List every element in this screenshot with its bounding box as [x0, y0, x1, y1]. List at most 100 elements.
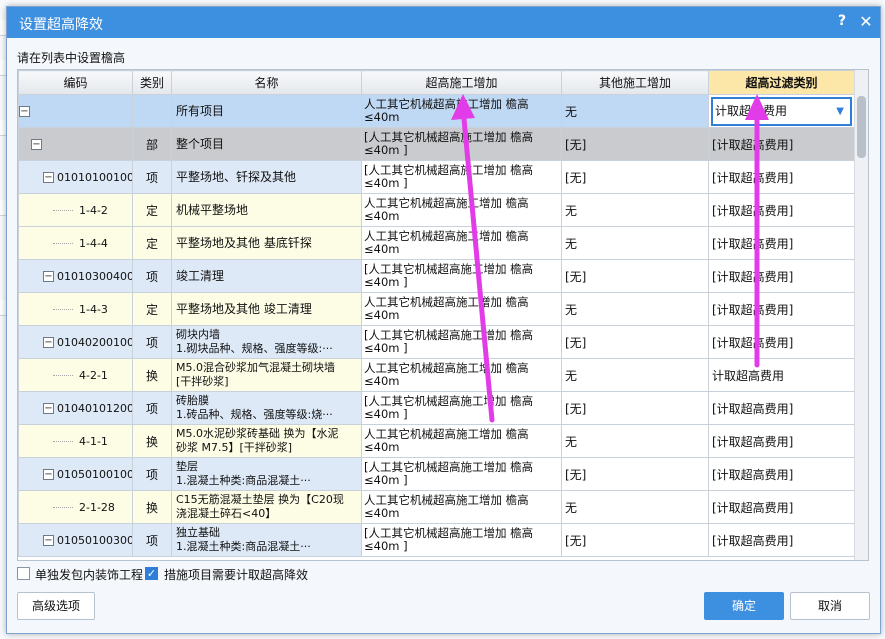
code-cell: 1-4-3	[18, 292, 133, 326]
collapse-icon[interactable]: −	[43, 403, 54, 414]
other-cell[interactable]: [无]	[561, 325, 709, 359]
filter-cell[interactable]: [计取超高费用]	[708, 325, 855, 359]
measures-super-high-checkbox[interactable]: ✓	[145, 567, 158, 580]
other-cell[interactable]: [无]	[561, 523, 709, 557]
filter-cell[interactable]: [计取超高费用]	[708, 391, 855, 425]
filter-cell[interactable]: [计取超高费用]	[708, 490, 855, 524]
filter-cell[interactable]: [计取超高费用]	[708, 226, 855, 260]
header-super-high-increase[interactable]: 超高施工增加	[361, 70, 562, 95]
filter-cell[interactable]: 计取超高费用	[708, 358, 855, 392]
code-text: 2-1-28	[79, 500, 115, 514]
close-icon[interactable]: ✕	[857, 12, 875, 31]
filter-cell[interactable]: [计取超高费用]	[708, 259, 855, 293]
other-cell[interactable]: 无	[561, 424, 709, 458]
super-high-cell[interactable]: 人工其它机械超高施工增加 檐高≤40m	[361, 358, 562, 392]
other-cell[interactable]: 无	[561, 292, 709, 326]
code-text: 010401012001	[57, 401, 132, 415]
collapse-icon[interactable]: −	[43, 271, 54, 282]
table-row[interactable]: − 部 整个项目 [人工其它机械超高施工增加 檐高≤40m ] [无] [计取超…	[18, 127, 855, 161]
table-row[interactable]: −010401012001 项 砖胎膜1.砖品种、规格、强度等级:烧··· [人…	[18, 391, 855, 425]
table-row[interactable]: −010402001001 项 砌块内墙1.砌块品种、规格、强度等级:··· […	[18, 325, 855, 359]
super-high-cell[interactable]: 人工其它机械超高施工增加 檐高≤40m	[361, 292, 562, 326]
filter-cell[interactable]: 计取超高费用 ▼	[708, 94, 855, 128]
other-cell[interactable]: [无]	[561, 259, 709, 293]
filter-cell[interactable]: [计取超高费用]	[708, 292, 855, 326]
header-other-increase[interactable]: 其他施工增加	[561, 70, 709, 95]
filter-dropdown[interactable]: 计取超高费用 ▼	[711, 96, 852, 126]
collapse-icon[interactable]: −	[43, 172, 54, 183]
name-line2: 1.混凝土种类:商品混凝土···	[176, 540, 311, 553]
other-cell[interactable]: 无	[561, 226, 709, 260]
name-line1: 砌块内墙	[176, 328, 220, 341]
table-row[interactable]: −010501001001 项 垫层1.混凝土种类:商品混凝土··· [人工其它…	[18, 457, 855, 491]
other-cell[interactable]: 无	[561, 193, 709, 227]
other-cell[interactable]: [无]	[561, 457, 709, 491]
other-cell[interactable]: [无]	[561, 160, 709, 194]
code-cell: 2-1-28	[18, 490, 133, 524]
chevron-down-icon[interactable]: ▼	[836, 99, 844, 124]
advanced-options-button[interactable]: 高级选项	[17, 592, 95, 620]
other-cell[interactable]: 无	[561, 490, 709, 524]
category-cell: 定	[132, 226, 172, 260]
super-high-cell[interactable]: 人工其它机械超高施工增加 檐高≤40m	[361, 424, 562, 458]
scrollbar-thumb[interactable]	[857, 96, 866, 158]
collapse-icon[interactable]: −	[19, 106, 30, 117]
code-text: 4-2-1	[79, 368, 108, 382]
header-code[interactable]: 编码	[18, 70, 133, 95]
super-high-cell[interactable]: [人工其它机械超高施工增加 檐高≤40m ]	[361, 391, 562, 425]
super-high-cell[interactable]: [人工其它机械超高施工增加 檐高≤40m ]	[361, 523, 562, 557]
super-high-cell[interactable]: 人工其它机械超高施工增加 檐高≤40m	[361, 226, 562, 260]
dropdown-value: 计取超高费用	[715, 103, 788, 118]
super-high-cell[interactable]: [人工其它机械超高施工增加 檐高≤40m ]	[361, 259, 562, 293]
code-cell: 4-2-1	[18, 358, 133, 392]
super-high-cell[interactable]: [人工其它机械超高施工增加 檐高≤40m ]	[361, 457, 562, 491]
filter-cell[interactable]: [计取超高费用]	[708, 160, 855, 194]
category-cell	[132, 94, 172, 128]
name-cell: 机械平整场地	[171, 193, 362, 227]
table-row[interactable]: 4-2-1 换 M5.0混合砂浆加气混凝土砌块墙 [干拌砂浆] 人工其它机械超高施…	[18, 358, 855, 392]
filter-cell[interactable]: [计取超高费用]	[708, 424, 855, 458]
help-icon[interactable]: ?	[833, 13, 851, 31]
vertical-scrollbar[interactable]	[854, 70, 868, 560]
name-cell: 整个项目	[171, 127, 362, 161]
table-row[interactable]: −010501003001 项 独立基础1.混凝土种类:商品混凝土··· [人工…	[18, 523, 855, 557]
filter-cell[interactable]: [计取超高费用]	[708, 127, 855, 161]
code-cell: −	[18, 127, 133, 161]
table-row[interactable]: 2-1-28 换 C15无筋混凝土垫层 换为【C20现 浇混凝土碎石<40】 人工…	[18, 490, 855, 524]
collapse-icon[interactable]: −	[31, 139, 42, 150]
cancel-button[interactable]: 取消	[790, 592, 870, 620]
super-high-cell[interactable]: 人工其它机械超高施工增加 檐高≤40m	[361, 193, 562, 227]
header-filter-category[interactable]: 超高过滤类别	[708, 70, 855, 95]
super-high-cell[interactable]: [人工其它机械超高施工增加 檐高≤40m ]	[361, 127, 562, 161]
table-row[interactable]: 1-4-3 定 平整场地及其他 竣工清理 人工其它机械超高施工增加 檐高≤40m…	[18, 292, 855, 326]
filter-cell[interactable]: [计取超高费用]	[708, 193, 855, 227]
table-row[interactable]: 1-4-4 定 平整场地及其他 基底钎探 人工其它机械超高施工增加 檐高≤40m…	[18, 226, 855, 260]
other-cell[interactable]: [无]	[561, 127, 709, 161]
code-text: 010402001001	[57, 335, 132, 349]
super-high-cell[interactable]: 人工其它机械超高施工增加 檐高≤40m	[361, 94, 562, 128]
header-category[interactable]: 类别	[132, 70, 172, 95]
code-cell: 1-4-4	[18, 226, 133, 260]
collapse-icon[interactable]: −	[43, 469, 54, 480]
ok-button[interactable]: 确定	[704, 592, 784, 620]
name-cell: 独立基础 1.混凝土种类:商品混凝土···	[171, 523, 362, 557]
name-line2: 1.砖品种、规格、强度等级:烧···	[176, 408, 333, 421]
super-high-cell[interactable]: [人工其它机械超高施工增加 檐高≤40m ]	[361, 325, 562, 359]
table-row[interactable]: −010101001003 项 平整场地、钎探及其他 [人工其它机械超高施工增加…	[18, 160, 855, 194]
filter-cell[interactable]: [计取超高费用]	[708, 457, 855, 491]
super-high-cell[interactable]: [人工其它机械超高施工增加 檐高≤40m ]	[361, 160, 562, 194]
table-row[interactable]: − 所有项目 人工其它机械超高施工增加 檐高≤40m 无 计取超高费用 ▼	[18, 94, 855, 128]
table-row[interactable]: 1-4-2 定 机械平整场地 人工其它机械超高施工增加 檐高≤40m 无 [计取…	[18, 193, 855, 227]
tree-line	[53, 309, 73, 310]
collapse-icon[interactable]: −	[43, 535, 54, 546]
collapse-icon[interactable]: −	[43, 337, 54, 348]
other-cell[interactable]: [无]	[561, 391, 709, 425]
super-high-cell[interactable]: 人工其它机械超高施工增加 檐高≤40m	[361, 490, 562, 524]
table-row[interactable]: −010103004001 项 竣工清理 [人工其它机械超高施工增加 檐高≤40…	[18, 259, 855, 293]
header-name[interactable]: 名称	[171, 70, 362, 95]
other-cell[interactable]: 无	[561, 94, 709, 128]
table-row[interactable]: 4-1-1 换 M5.0水泥砂浆砖基础 换为【水泥 砂浆 M7.5】[干拌砂浆] …	[18, 424, 855, 458]
filter-cell[interactable]: [计取超高费用]	[708, 523, 855, 557]
other-cell[interactable]: 无	[561, 358, 709, 392]
separate-decoration-checkbox[interactable]	[17, 567, 30, 580]
